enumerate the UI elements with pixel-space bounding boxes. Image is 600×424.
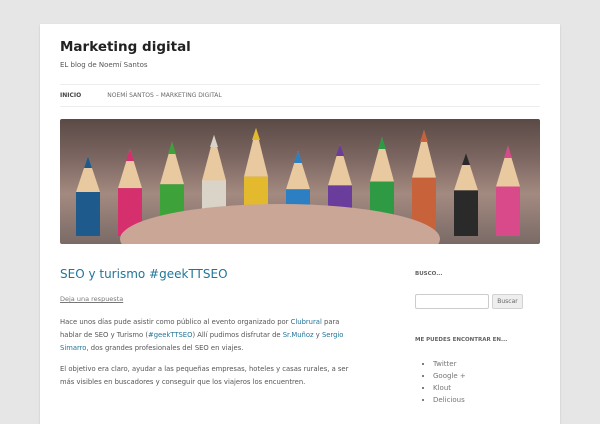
text: ) Allí pudimos disfrutar de xyxy=(192,331,283,339)
site-tagline: EL blog de Noemí Santos xyxy=(60,61,148,69)
header-image xyxy=(60,119,540,244)
search-input[interactable] xyxy=(415,294,489,309)
list-item: Google + xyxy=(433,370,466,382)
link-twitter[interactable]: Twitter xyxy=(433,360,456,368)
list-item: Twitter xyxy=(433,358,466,370)
page: Marketing digital EL blog de Noemí Santo… xyxy=(40,24,560,424)
search-widget-title: Busco... xyxy=(415,271,443,277)
list-item: Klout xyxy=(433,382,466,394)
pencil-icon xyxy=(496,146,520,236)
search-button[interactable]: Buscar xyxy=(492,294,523,309)
link-clubrural[interactable]: Clubrural xyxy=(291,318,322,326)
links-widget-title: Me puedes encontrar en... xyxy=(415,337,508,343)
post-title[interactable]: SEO y turismo #geekTTSEO xyxy=(60,267,228,281)
reply-link[interactable]: Deja una respuesta xyxy=(60,295,123,303)
site-title[interactable]: Marketing digital xyxy=(60,39,191,55)
link-klout[interactable]: Klout xyxy=(433,384,451,392)
link-srmunoz[interactable]: Sr.Muñoz xyxy=(283,331,314,339)
text: , dos grandes profesionales del SEO en v… xyxy=(86,344,244,352)
link-google-plus[interactable]: Google + xyxy=(433,372,466,380)
list-item: Delicious xyxy=(433,394,466,406)
link-delicious[interactable]: Delicious xyxy=(433,396,465,404)
nav-item-inicio[interactable]: Inicio xyxy=(60,92,81,99)
text: y xyxy=(313,331,322,339)
pencil-icon xyxy=(76,156,100,236)
nav-item-noemi-santos[interactable]: Noemí Santos – Marketing Digital xyxy=(107,92,222,99)
text: Hace unos días pude asistir como público… xyxy=(60,318,291,326)
link-geekttseo[interactable]: #geekTTSEO xyxy=(148,331,192,339)
main-nav: Inicio Noemí Santos – Marketing Digital xyxy=(60,84,540,107)
pencil-icon xyxy=(454,153,478,236)
social-links: Twitter Google + Klout Delicious xyxy=(425,358,466,406)
post-paragraph: El objetivo era claro, ayudar a las pequ… xyxy=(60,365,349,386)
post-paragraph: Hace unos días pude asistir como público… xyxy=(60,316,360,355)
